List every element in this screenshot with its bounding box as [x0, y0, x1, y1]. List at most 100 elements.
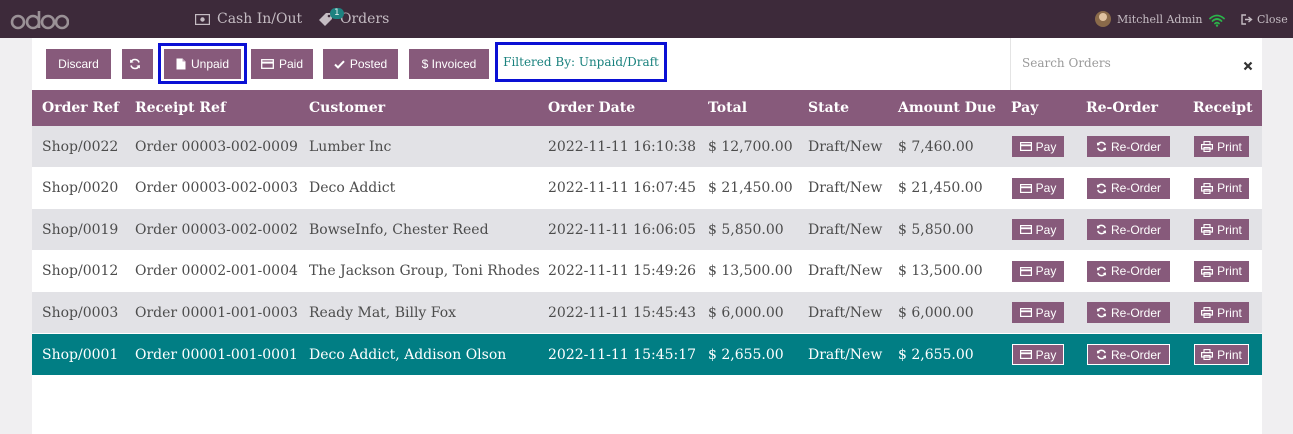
reorder-label: Re-Order — [1110, 264, 1161, 279]
reorder-button[interactable]: Re-Order — [1087, 260, 1170, 282]
invoiced-filter-button[interactable]: $ Invoiced — [409, 49, 489, 79]
pay-button[interactable]: Pay — [1012, 302, 1064, 324]
order-date-cell: 2022-11-11 15:49:26 — [548, 263, 697, 280]
order-ref-cell: Shop/0003 — [42, 304, 119, 321]
customer-cell: Lumber Inc — [309, 138, 392, 155]
customer-cell: BowseInfo, Chester Reed — [309, 221, 489, 238]
amount-due-cell: $ 13,500.00 — [898, 263, 983, 280]
receipt-cell: Print — [1194, 334, 1249, 375]
paid-filter-button[interactable]: Paid — [251, 49, 313, 79]
reorder-cell: Re-Order — [1087, 126, 1170, 167]
orders-button[interactable]: Orders — [318, 0, 389, 38]
table-row[interactable]: Shop/0022 Order 00003-002-0009 Lumber Inc 2… — [32, 126, 1262, 167]
amount-due-cell: $ 6,000.00 — [898, 304, 974, 321]
clear-search-icon[interactable] — [1243, 56, 1253, 75]
order-ref-cell: Shop/0019 — [42, 221, 119, 238]
table-row[interactable]: Shop/0020 Order 00003-002-0003 Deco Addict… — [32, 167, 1262, 209]
state-cell: Draft/New — [808, 180, 883, 197]
wifi-icon — [1209, 12, 1225, 31]
amount-due-cell: $ 7,460.00 — [898, 138, 974, 155]
receipt-cell: Print — [1194, 126, 1249, 167]
close-label: Close — [1257, 12, 1288, 26]
header-receipt: Receipt — [1193, 100, 1253, 116]
header-customer: Customer — [309, 100, 386, 116]
print-button[interactable]: Print — [1194, 136, 1249, 157]
pay-button[interactable]: Pay — [1012, 260, 1064, 282]
orders-table: Order Ref Receipt Ref Customer Order Dat… — [32, 90, 1262, 434]
order-date-cell: 2022-11-11 15:45:17 — [548, 346, 697, 363]
search-box — [1010, 38, 1262, 90]
reorder-label: Re-Order — [1110, 222, 1161, 237]
invoiced-label: $ Invoiced — [421, 57, 477, 71]
state-cell: Draft/New — [808, 346, 883, 363]
top-bar: Cash In/Out Orders 1 Mitchell Admin Clos… — [0, 0, 1293, 38]
table-row[interactable]: Shop/0001 Order 00001-001-0001 Deco Addict… — [32, 334, 1262, 375]
refresh-icon — [1096, 183, 1111, 194]
state-cell: Draft/New — [808, 221, 883, 238]
table-row[interactable]: Shop/0012 Order 00002-001-0004 The Jackson… — [32, 250, 1262, 292]
pay-label: Pay — [1035, 264, 1057, 279]
print-label: Print — [1217, 139, 1242, 154]
credit-card-icon — [1019, 308, 1036, 318]
reorder-cell: Re-Order — [1087, 292, 1170, 333]
pay-cell: Pay — [1012, 168, 1064, 209]
header-amount-due: Amount Due — [898, 100, 996, 116]
filter-text: Filtered By: Unpaid/Draft — [503, 55, 659, 69]
unpaid-filter-button[interactable]: Unpaid — [164, 49, 241, 79]
reorder-button[interactable]: Re-Order — [1087, 136, 1170, 157]
receipt-cell: Print — [1194, 209, 1249, 250]
print-button[interactable]: Print — [1194, 219, 1249, 241]
amount-due-cell: $ 5,850.00 — [898, 221, 974, 238]
pay-button[interactable]: Pay — [1012, 136, 1064, 157]
pay-button[interactable]: Pay — [1012, 177, 1064, 199]
posted-filter-button[interactable]: Posted — [323, 49, 398, 79]
header-receipt-ref: Receipt Ref — [135, 100, 226, 116]
reorder-label: Re-Order — [1110, 305, 1161, 320]
order-ref-cell: Shop/0012 — [42, 263, 119, 280]
order-ref-cell: Shop/0022 — [42, 138, 119, 155]
pay-label: Pay — [1035, 347, 1057, 362]
customer-cell: The Jackson Group, Toni Rhodes — [309, 263, 540, 280]
cash-in-out-button[interactable]: Cash In/Out — [195, 0, 302, 38]
reorder-button[interactable]: Re-Order — [1087, 219, 1170, 241]
total-cell: $ 13,500.00 — [708, 263, 793, 280]
discard-button[interactable]: Discard — [46, 49, 111, 79]
header-state: State — [808, 100, 850, 116]
receipt-ref-cell: Order 00002-001-0004 — [135, 263, 298, 280]
print-icon — [1201, 265, 1217, 277]
customer-cell: Deco Addict — [309, 180, 396, 197]
reorder-button[interactable]: Re-Order — [1087, 344, 1170, 365]
state-cell: Draft/New — [808, 263, 883, 280]
user-menu[interactable]: Mitchell Admin — [1095, 0, 1203, 38]
print-label: Print — [1217, 181, 1242, 196]
control-bar: Discard Unpaid Paid Posted $ Invoiced Fi… — [32, 38, 1010, 90]
close-session-button[interactable]: Close — [1241, 0, 1288, 38]
print-label: Print — [1217, 222, 1242, 237]
print-button[interactable]: Print — [1194, 344, 1249, 365]
header-order-date: Order Date — [548, 100, 636, 116]
odoo-logo — [9, 9, 69, 31]
pay-cell: Pay — [1012, 292, 1064, 333]
credit-card-icon — [1019, 225, 1036, 235]
active-filter-indicator: Filtered By: Unpaid/Draft — [495, 42, 667, 82]
table-row[interactable]: Shop/0019 Order 00003-002-0002 BowseInfo, … — [32, 209, 1262, 251]
pay-cell: Pay — [1012, 251, 1064, 292]
print-button[interactable]: Print — [1194, 302, 1249, 324]
search-input[interactable] — [1022, 52, 1222, 74]
order-ref-cell: Shop/0020 — [42, 180, 119, 197]
refresh-button[interactable] — [122, 49, 153, 79]
receipt-ref-cell: Order 00001-001-0003 — [135, 304, 298, 321]
pay-button[interactable]: Pay — [1012, 344, 1064, 365]
total-cell: $ 21,450.00 — [708, 180, 793, 197]
receipt-cell: Print — [1194, 251, 1249, 292]
receipt-ref-cell: Order 00001-001-0001 — [135, 346, 298, 363]
table-row[interactable]: Shop/0003 Order 00001-001-0003 Ready Mat, … — [32, 292, 1262, 334]
print-button[interactable]: Print — [1194, 177, 1249, 199]
pay-label: Pay — [1035, 181, 1057, 196]
reorder-button[interactable]: Re-Order — [1087, 177, 1170, 199]
reorder-button[interactable]: Re-Order — [1087, 302, 1170, 324]
sign-out-icon — [1241, 13, 1253, 25]
print-button[interactable]: Print — [1194, 260, 1249, 282]
reorder-cell: Re-Order — [1087, 251, 1170, 292]
pay-button[interactable]: Pay — [1012, 219, 1064, 241]
